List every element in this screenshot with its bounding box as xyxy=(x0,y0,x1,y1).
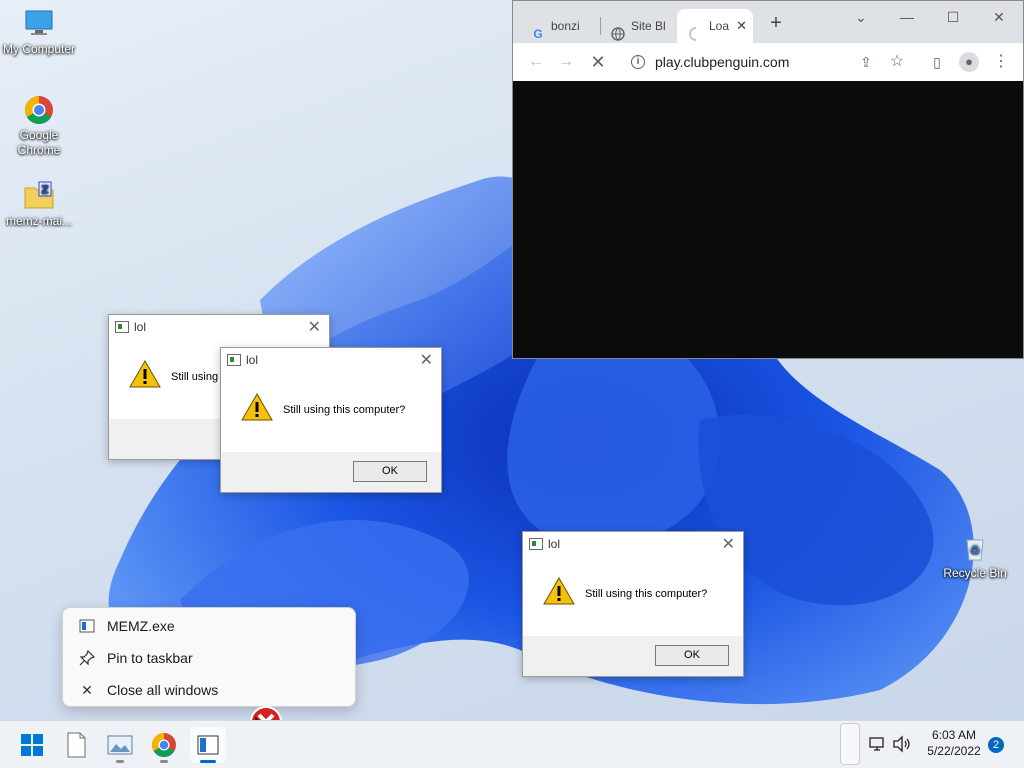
desktop-icon-label: Recycle Bin xyxy=(943,566,1007,580)
monitor-icon xyxy=(23,8,55,40)
message-dialog-2[interactable]: lol ✕ Still using this computer? OK xyxy=(220,347,442,493)
tab-search-dropdown[interactable]: ⌄ xyxy=(841,5,881,29)
dialog-titlebar[interactable]: lol ✕ xyxy=(109,315,329,343)
image-viewer-icon xyxy=(107,735,133,755)
menu-item-label: Close all windows xyxy=(107,682,219,698)
tab-label: Site Bl xyxy=(631,19,666,33)
warning-icon xyxy=(129,359,161,388)
profile-avatar-icon[interactable]: ● xyxy=(958,51,980,73)
app-window-icon xyxy=(529,538,543,550)
close-icon[interactable]: ✕ xyxy=(722,534,735,554)
chrome-window[interactable]: Gbonzi Site Bl Loa ✕ + ⌄ — ☐ ✕ ← → ✕ i p… xyxy=(512,0,1024,359)
desktop-icon-google-chrome[interactable]: Google Chrome xyxy=(1,94,77,158)
close-icon: ✕ xyxy=(81,682,93,698)
tab-site-blocked[interactable]: Site Bl xyxy=(599,9,677,43)
bookmark-star-icon[interactable]: ☆ xyxy=(886,51,908,73)
recycle-bin-icon: ♻ xyxy=(959,532,991,564)
show-hidden-icons[interactable] xyxy=(840,723,860,765)
close-icon[interactable]: ✕ xyxy=(420,350,433,370)
pin-icon xyxy=(79,649,96,666)
forward-arrow-icon[interactable]: → xyxy=(555,51,577,73)
desktop-icon-my-computer[interactable]: My Computer xyxy=(1,8,77,57)
desktop-icon-label: memz-mai... xyxy=(6,214,72,228)
svg-text:G: G xyxy=(533,27,542,41)
file-icon xyxy=(67,732,86,758)
zip-folder-icon: Z xyxy=(23,180,55,212)
svg-text:Z: Z xyxy=(41,183,49,196)
taskbar-paint[interactable] xyxy=(102,727,138,763)
menu-item-pin-to-taskbar[interactable]: Pin to taskbar xyxy=(63,642,355,674)
svg-text:♻: ♻ xyxy=(970,543,981,557)
volume-icon[interactable] xyxy=(892,735,912,753)
stop-loading-icon[interactable]: ✕ xyxy=(587,51,609,73)
app-window-icon xyxy=(197,735,219,755)
ok-button[interactable]: OK xyxy=(353,461,427,482)
taskbar-notepad[interactable] xyxy=(58,727,94,763)
taskbar-context-menu: MEMZ.exe Pin to taskbar ✕ Close all wind… xyxy=(62,607,356,707)
browser-toolbar: ← → ✕ i play.clubpenguin.com ⇪ ☆ ▯ ● ⋮ xyxy=(513,43,1023,81)
menu-item-memz-exe[interactable]: MEMZ.exe xyxy=(63,610,355,642)
start-button[interactable] xyxy=(14,727,50,763)
warning-icon xyxy=(543,576,575,605)
new-tab-button[interactable]: + xyxy=(765,12,787,34)
message-dialog-3[interactable]: lol ✕ Still using this computer? OK xyxy=(522,531,744,677)
site-info-icon[interactable]: i xyxy=(631,55,645,69)
side-panel-icon[interactable]: ▯ xyxy=(926,51,948,73)
more-menu-icon[interactable]: ⋮ xyxy=(990,51,1012,73)
app-window-icon xyxy=(115,321,129,333)
loading-icon xyxy=(689,20,703,41)
dialog-title: lol xyxy=(548,537,561,551)
taskbar-memz[interactable] xyxy=(190,727,226,763)
warning-icon xyxy=(241,392,273,421)
running-indicator xyxy=(116,760,124,763)
desktop-icon-memz-zip[interactable]: Z memz-mai... xyxy=(1,180,77,229)
back-arrow-icon[interactable]: ← xyxy=(525,51,547,73)
windows-logo-icon xyxy=(21,734,43,756)
maximize-button[interactable]: ☐ xyxy=(933,5,973,29)
address-bar[interactable]: i play.clubpenguin.com xyxy=(623,48,883,76)
clock-date: 5/22/2022 xyxy=(927,744,981,758)
globe-icon xyxy=(611,20,625,41)
clock[interactable]: 6:03 AM 5/22/2022 xyxy=(920,727,988,759)
chrome-icon xyxy=(23,94,55,126)
menu-item-label: Pin to taskbar xyxy=(107,650,193,666)
desktop-icon-label: My Computer xyxy=(2,42,76,56)
tab-close-icon[interactable]: ✕ xyxy=(736,9,747,43)
tab-label: Loa xyxy=(709,19,730,33)
chrome-icon xyxy=(151,733,176,758)
dialog-message: Still using this computer? xyxy=(585,588,708,600)
dialog-message: Still using this computer? xyxy=(283,404,406,416)
network-icon[interactable] xyxy=(868,735,886,753)
close-icon[interactable]: ✕ xyxy=(308,317,321,337)
dialog-footer: OK xyxy=(523,636,743,676)
running-indicator xyxy=(160,760,168,763)
tab-loading[interactable]: Loa ✕ xyxy=(677,9,753,43)
dialog-titlebar[interactable]: lol ✕ xyxy=(523,532,743,560)
dialog-title: lol xyxy=(246,353,259,367)
google-icon: G xyxy=(531,20,545,41)
notification-badge[interactable]: 2 xyxy=(988,737,1004,753)
tab-bonzi[interactable]: Gbonzi xyxy=(519,9,599,43)
desktop-icon-label: Google Chrome xyxy=(17,128,61,157)
clock-time: 6:03 AM xyxy=(931,728,977,742)
dialog-title: lol xyxy=(134,320,147,334)
app-window-icon xyxy=(79,618,95,634)
app-window-icon xyxy=(227,354,241,366)
ok-button[interactable]: OK xyxy=(655,645,729,666)
taskbar: 6:03 AM 5/22/2022 2 xyxy=(0,720,1024,768)
tab-strip: Gbonzi Site Bl Loa ✕ + ⌄ — ☐ ✕ xyxy=(513,1,1023,43)
desktop-icon-recycle-bin[interactable]: ♻ Recycle Bin xyxy=(937,532,1013,581)
minimize-button[interactable]: — xyxy=(887,5,927,29)
url-text[interactable]: play.clubpenguin.com xyxy=(655,48,789,76)
menu-item-label: MEMZ.exe xyxy=(107,618,175,634)
taskbar-chrome[interactable] xyxy=(146,727,182,763)
active-indicator xyxy=(200,760,216,763)
window-close-button[interactable]: ✕ xyxy=(979,5,1019,29)
tab-label: bonzi xyxy=(551,19,580,33)
page-viewport xyxy=(513,81,1023,358)
menu-item-close-all-windows[interactable]: ✕ Close all windows xyxy=(63,674,355,706)
dialog-titlebar[interactable]: lol ✕ xyxy=(221,348,441,376)
share-icon[interactable]: ⇪ xyxy=(855,51,877,73)
dialog-footer: OK xyxy=(221,452,441,492)
